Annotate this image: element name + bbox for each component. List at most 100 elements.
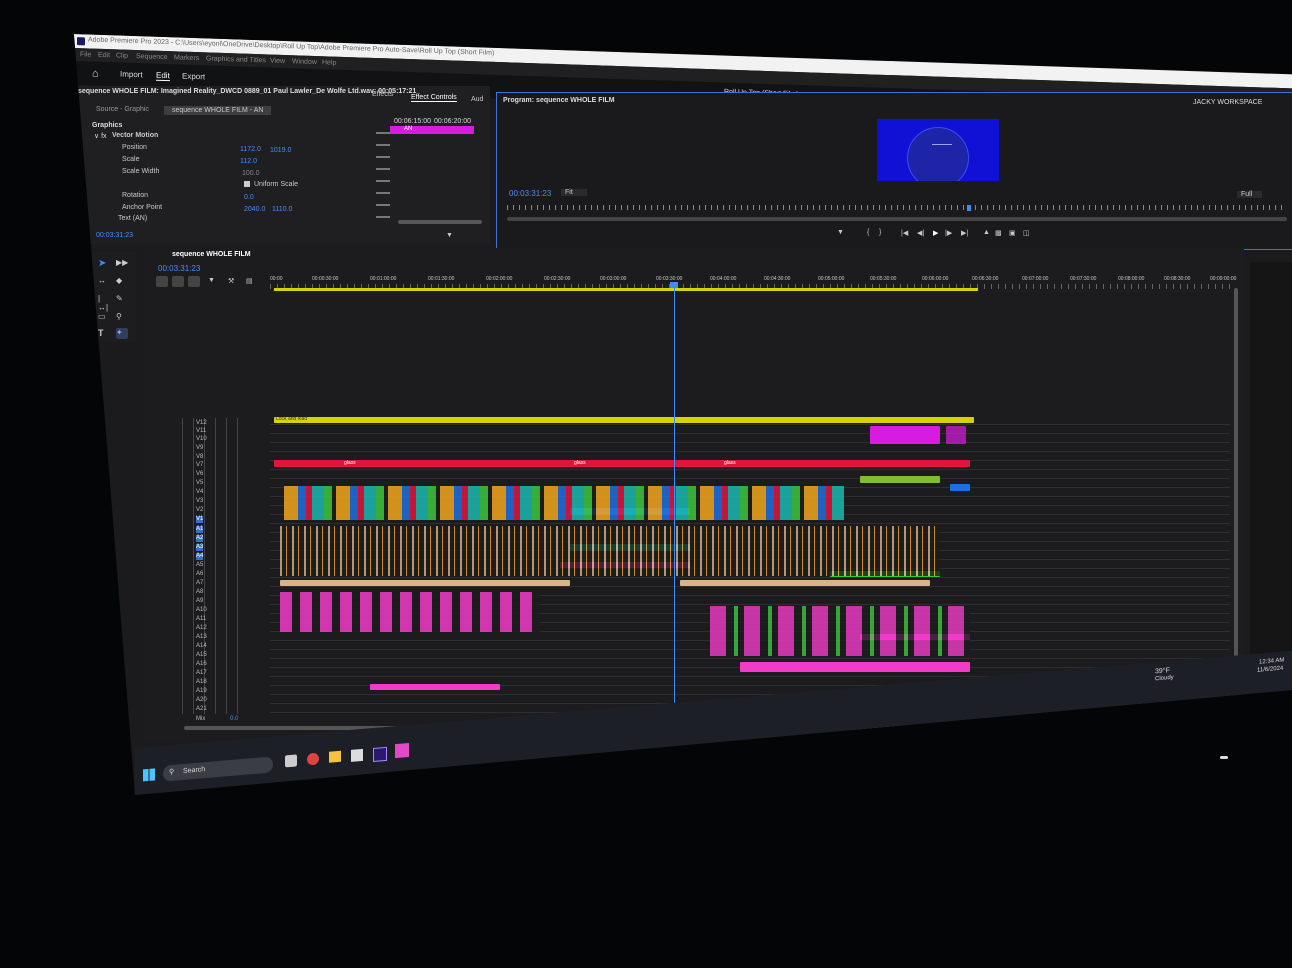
mix-track[interactable]: Mix xyxy=(196,716,205,723)
uniform-scale-checkbox[interactable] xyxy=(244,181,250,187)
slip-icon[interactable]: |↔| xyxy=(98,294,110,312)
frame-figure xyxy=(907,127,969,181)
windows-start-icon[interactable] xyxy=(143,768,155,782)
add-marker-icon[interactable]: ▼ xyxy=(837,229,844,236)
menu-clip[interactable]: Clip xyxy=(116,52,128,59)
tab-edit[interactable]: Edit xyxy=(156,70,170,82)
scale-value[interactable]: 112.0 xyxy=(240,158,257,165)
tab-audio[interactable]: Aud xyxy=(471,96,483,103)
mix-value[interactable]: 0.0 xyxy=(230,716,238,723)
tab-effect-controls[interactable]: Effect Controls xyxy=(411,94,457,102)
extract-icon[interactable]: ▩ xyxy=(995,229,1002,237)
menu-view[interactable]: View xyxy=(270,58,285,65)
go-to-in-icon[interactable]: |◀ xyxy=(901,229,908,237)
program-playhead[interactable] xyxy=(967,205,971,211)
position-y-value[interactable]: 1019.0 xyxy=(270,147,291,154)
magenta-clip-2[interactable] xyxy=(946,426,966,444)
source-tab[interactable]: Source - Graphic xyxy=(96,106,149,113)
timeline-timecode[interactable]: 00:03:31:23 xyxy=(158,264,200,273)
anchor-y-value[interactable]: 1110.0 xyxy=(272,206,292,213)
mini-clip[interactable]: AN xyxy=(390,126,474,134)
position-x-value[interactable]: 1172.0 xyxy=(240,146,261,153)
track-headers: V12 V11 V10 V9 V8 V7 V6 V5 V4 V3 V2 V1 A… xyxy=(158,416,270,726)
rectangle-icon[interactable]: ▭ xyxy=(98,312,110,323)
position-label: Position xyxy=(122,144,147,151)
tab-import[interactable]: Import xyxy=(120,70,143,80)
menu-graphics[interactable]: Graphics and Titles xyxy=(206,55,266,64)
tab-effects[interactable]: Effects xyxy=(372,91,393,98)
green-clip[interactable] xyxy=(860,476,940,483)
timeline-ruler[interactable]: 00:00 00:00:30:00 00:01:00:00 00:01:30:0… xyxy=(270,276,1236,291)
scale-width-value[interactable]: 100.0 xyxy=(242,170,260,177)
chrome-icon[interactable] xyxy=(307,752,319,766)
blue-clip-v3[interactable] xyxy=(950,484,970,491)
ruler-label: 00:04:30:00 xyxy=(764,276,791,282)
captions-icon[interactable]: ▤ xyxy=(246,277,253,285)
menu-sequence[interactable]: Sequence xyxy=(136,53,168,61)
menu-window[interactable]: Window xyxy=(292,58,317,66)
timeline-playhead[interactable] xyxy=(674,282,675,712)
timeline-sequence-tab[interactable]: sequence WHOLE FILM xyxy=(172,251,251,258)
mini-scrollbar[interactable] xyxy=(398,220,482,224)
clip-cluster-audio xyxy=(280,526,940,576)
mark-in-icon[interactable]: { xyxy=(867,229,869,236)
ripple-edit-icon[interactable]: ↔ xyxy=(98,276,110,287)
program-timecode[interactable]: 00:03:31:23 xyxy=(509,189,551,198)
taskbar-search[interactable]: ⚲ Search xyxy=(163,756,273,782)
wrench-icon[interactable]: ⚒ xyxy=(228,277,234,285)
menu-help[interactable]: Help xyxy=(322,59,336,66)
title-clip[interactable]: Lock and load xyxy=(274,416,974,423)
media-encoder-icon[interactable] xyxy=(395,742,409,759)
transport-controls: ▼ { } |◀ ◀| ▶ |▶ ▶| ▲ ▩ ▣ ◫ xyxy=(837,229,1047,239)
menu-file[interactable]: File xyxy=(80,51,91,58)
timeline-vertical-scrollbar[interactable] xyxy=(1234,288,1238,708)
go-to-out-icon[interactable]: ▶| xyxy=(961,229,968,237)
type-tool-icon[interactable]: T xyxy=(98,328,110,339)
pen-icon[interactable]: ✎ xyxy=(116,294,128,305)
effect-controls-timecode[interactable]: 00:03:31:23 xyxy=(96,232,133,239)
task-view-icon[interactable] xyxy=(285,754,297,768)
selection-tool-icon[interactable]: ➤ xyxy=(98,258,110,269)
red-adjustment-clip[interactable]: glass glass glass xyxy=(274,460,970,467)
lift-icon[interactable]: ▲ xyxy=(983,229,990,236)
generative-icon[interactable]: ✦ xyxy=(116,328,128,339)
file-explorer-icon[interactable] xyxy=(329,750,341,763)
pink-audio-clip-3[interactable] xyxy=(370,684,500,690)
program-ruler[interactable] xyxy=(507,205,1287,210)
tan-audio-clip[interactable] xyxy=(280,580,570,586)
anchor-x-value[interactable]: 2040.0 xyxy=(244,206,265,213)
nest-icon[interactable] xyxy=(156,276,168,287)
store-icon[interactable] xyxy=(351,748,363,762)
linked-select-icon[interactable] xyxy=(188,276,200,287)
fx-icon: ∨ fx xyxy=(94,133,107,140)
filter-icon[interactable]: ▼ xyxy=(446,232,453,239)
clock-time: 12:34 AM xyxy=(1259,657,1285,666)
razor-icon[interactable]: ◆ xyxy=(116,276,128,287)
snap-icon[interactable] xyxy=(172,276,184,287)
work-area-bar[interactable] xyxy=(274,288,978,291)
export-frame-icon[interactable]: ▣ xyxy=(1009,229,1016,237)
quality-dropdown[interactable]: Full xyxy=(1237,191,1263,198)
zoom-icon[interactable]: ⚲ xyxy=(116,312,128,323)
marker-icon[interactable]: ▼ xyxy=(208,277,215,284)
step-forward-icon[interactable]: |▶ xyxy=(945,229,952,237)
program-zoom-bar[interactable] xyxy=(507,217,1287,221)
play-icon[interactable]: ▶ xyxy=(933,229,938,237)
menu-edit[interactable]: Edit xyxy=(98,52,110,59)
sequence-clip-tab[interactable]: sequence WHOLE FILM - AN xyxy=(164,106,272,115)
rotation-value[interactable]: 0.0 xyxy=(244,194,254,201)
ruler-label: 00:08:30:00 xyxy=(1164,276,1191,282)
fit-dropdown[interactable]: Fit xyxy=(561,189,587,196)
premiere-taskbar-icon[interactable] xyxy=(373,746,387,763)
pink-audio-clip-4[interactable] xyxy=(740,662,970,672)
home-icon[interactable]: ⌂ xyxy=(92,68,99,80)
step-back-icon[interactable]: ◀| xyxy=(917,229,924,237)
menu-markers[interactable]: Markers xyxy=(174,54,199,62)
tab-export[interactable]: Export xyxy=(182,72,205,82)
playhead-handle[interactable] xyxy=(670,282,678,288)
compare-icon[interactable]: ◫ xyxy=(1023,229,1030,237)
mark-out-icon[interactable]: } xyxy=(879,229,881,236)
track-select-icon[interactable]: ▶▶ xyxy=(116,258,128,269)
magenta-clip[interactable] xyxy=(870,426,940,444)
tan-audio-clip-2[interactable] xyxy=(680,580,930,586)
